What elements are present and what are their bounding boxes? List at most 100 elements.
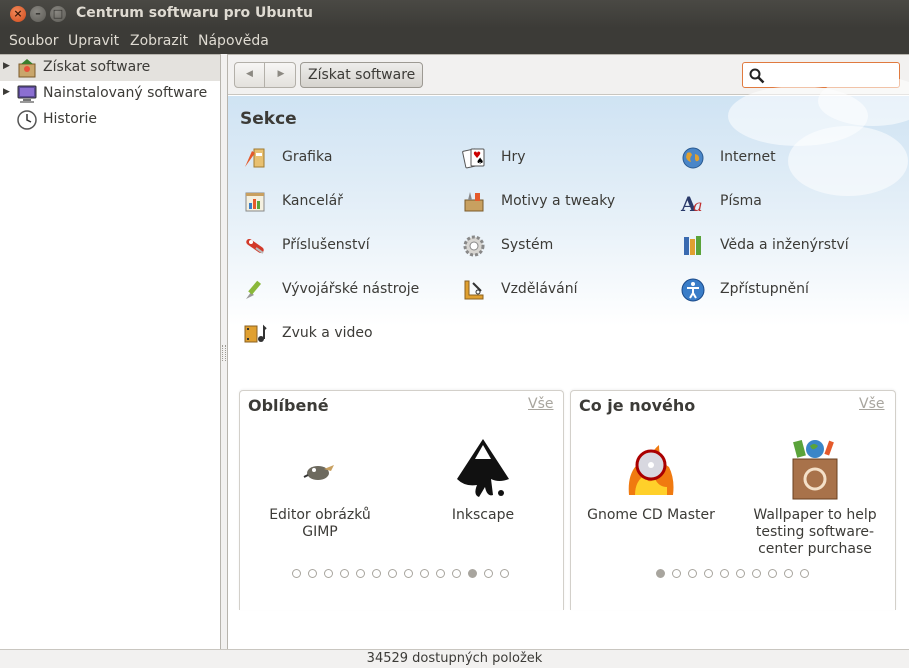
menu-upravit[interactable]: Upravit bbox=[68, 33, 119, 49]
pager-dot[interactable] bbox=[420, 569, 429, 578]
menubar: Soubor Upravit Zobrazit Nápověda bbox=[0, 28, 909, 54]
breadcrumb-get-software[interactable]: Získat software bbox=[300, 62, 424, 88]
pager-dot[interactable] bbox=[308, 569, 317, 578]
back-button[interactable]: ◀ bbox=[235, 63, 265, 87]
pager-dot[interactable] bbox=[468, 569, 477, 578]
pane-resize-handle[interactable] bbox=[222, 345, 226, 361]
pager-dot[interactable] bbox=[688, 569, 697, 578]
forward-button[interactable]: ▶ bbox=[266, 63, 296, 87]
sidebar-item-get-software[interactable]: ▶ Získat software bbox=[0, 55, 220, 81]
expander-arrow-icon[interactable]: ▶ bbox=[3, 87, 10, 97]
pager-dot[interactable] bbox=[484, 569, 493, 578]
featured-title: Oblíbené bbox=[248, 396, 329, 415]
sections-heading: Sekce bbox=[240, 109, 297, 129]
category-label: Vývojářské nástroje bbox=[282, 281, 420, 297]
maximize-window-button[interactable]: □ bbox=[50, 6, 66, 22]
app-label: Gnome CD Master bbox=[587, 507, 715, 523]
category-label: Internet bbox=[720, 149, 776, 165]
pager-dot[interactable] bbox=[436, 569, 445, 578]
games-icon: ♥ ♠ bbox=[462, 148, 485, 169]
featured-all-link[interactable]: Vše bbox=[528, 396, 553, 412]
category-label: Motivy a tweaky bbox=[501, 193, 616, 209]
category-label: Hry bbox=[501, 149, 526, 165]
gnome-cd-master-icon bbox=[628, 445, 674, 495]
main-pane: ◀ ▶ Získat software Sekce Grafika ♥ ♠ Hr… bbox=[227, 54, 909, 649]
pager-dot[interactable] bbox=[784, 569, 793, 578]
category-label: Zvuk a video bbox=[282, 325, 373, 341]
menu-zobrazit[interactable]: Zobrazit bbox=[130, 33, 188, 49]
category-label: Systém bbox=[501, 237, 554, 253]
pager-dot[interactable] bbox=[404, 569, 413, 578]
pager-dot[interactable] bbox=[292, 569, 301, 578]
close-window-button[interactable]: × bbox=[10, 6, 26, 22]
sidebar-item-history[interactable]: Historie bbox=[0, 107, 220, 133]
pager-dot[interactable] bbox=[704, 569, 713, 578]
clock-icon bbox=[17, 110, 37, 130]
science-icon bbox=[684, 236, 701, 255]
app-label: Editor obrázků GIMP bbox=[269, 507, 371, 540]
category-label: Zpřístupnění bbox=[720, 281, 809, 297]
status-bar: 34529 dostupných položek bbox=[0, 649, 909, 668]
sidebar: ▶ Získat software ▶ Nainstalovaný softwa… bbox=[0, 54, 221, 649]
status-text: 34529 dostupných položek bbox=[366, 651, 543, 666]
pager-dot[interactable] bbox=[356, 569, 365, 578]
pager-dot[interactable] bbox=[768, 569, 777, 578]
featured-panel: Oblíbené Vše Editor obrázků GIMP Inkscap… bbox=[239, 390, 564, 610]
pager-dot[interactable] bbox=[340, 569, 349, 578]
category-label: Písma bbox=[720, 193, 762, 209]
sidebar-item-label: Nainstalovaný software bbox=[43, 85, 208, 101]
category-label: Kancelář bbox=[282, 193, 343, 209]
app-tile-inkscape[interactable]: Inkscape bbox=[413, 437, 553, 524]
pager-dot[interactable] bbox=[372, 569, 381, 578]
system-icon bbox=[463, 235, 485, 257]
expander-arrow-icon[interactable]: ▶ bbox=[3, 61, 10, 71]
search-icon bbox=[749, 68, 765, 84]
minimize-window-button[interactable]: – bbox=[30, 6, 46, 22]
category-label: Vzdělávání bbox=[501, 281, 578, 297]
whats-new-title: Co je nového bbox=[579, 396, 696, 415]
sidebar-item-label: Získat software bbox=[43, 59, 151, 75]
sound-video-icon bbox=[244, 324, 267, 343]
sidebar-item-label: Historie bbox=[43, 111, 98, 127]
app-tile-wallpaper[interactable]: Wallpaper to help testing software-cente… bbox=[745, 437, 885, 558]
accessories-icon bbox=[246, 238, 264, 254]
pager-dot[interactable] bbox=[452, 569, 461, 578]
svg-text:a: a bbox=[693, 196, 703, 215]
content-area: Sekce Grafika ♥ ♠ Hry Internet Kancelář … bbox=[228, 76, 909, 649]
computer-icon bbox=[17, 85, 37, 103]
pager-dot[interactable] bbox=[736, 569, 745, 578]
cloud-decoration bbox=[788, 126, 908, 196]
developer-tools-icon bbox=[246, 280, 262, 299]
education-icon bbox=[464, 280, 484, 300]
app-label: Inkscape bbox=[451, 507, 515, 523]
app-tile-gnome-cd-master[interactable]: Gnome CD Master bbox=[581, 437, 721, 524]
window-titlebar: × – □ Centrum softwaru pro Ubuntu bbox=[0, 0, 909, 28]
pager-dot[interactable] bbox=[388, 569, 397, 578]
fonts-icon: A a bbox=[680, 192, 703, 215]
graphics-icon bbox=[245, 148, 265, 168]
sidebar-item-installed-software[interactable]: ▶ Nainstalovaný software bbox=[0, 81, 220, 107]
internet-icon bbox=[682, 147, 704, 169]
svg-text:♠: ♠ bbox=[476, 157, 484, 167]
pager-dot[interactable] bbox=[800, 569, 809, 578]
menu-napoveda[interactable]: Nápověda bbox=[198, 33, 269, 49]
category-label: Příslušenství bbox=[282, 237, 370, 253]
pager-dot[interactable] bbox=[752, 569, 761, 578]
whats-new-panel: Co je nového Vše Gnome CD Master Wallpap… bbox=[570, 390, 896, 610]
pager-dot[interactable] bbox=[324, 569, 333, 578]
gimp-icon bbox=[303, 465, 334, 480]
pager-dot[interactable] bbox=[672, 569, 681, 578]
accessibility-icon bbox=[681, 278, 705, 302]
pager-dot[interactable] bbox=[500, 569, 509, 578]
pager-dot[interactable] bbox=[656, 569, 665, 578]
app-label: Wallpaper to help testing software-cente… bbox=[753, 507, 877, 557]
window-title: Centrum softwaru pro Ubuntu bbox=[76, 5, 314, 21]
whats-new-all-link[interactable]: Vše bbox=[859, 396, 884, 412]
pager-dot[interactable] bbox=[720, 569, 729, 578]
category-label: Věda a inženýrství bbox=[720, 237, 849, 253]
menu-soubor[interactable]: Soubor bbox=[9, 33, 59, 49]
wallpaper-package-icon bbox=[792, 439, 838, 500]
themes-icon bbox=[464, 192, 484, 212]
app-tile-gimp[interactable]: Editor obrázků GIMP bbox=[250, 437, 390, 541]
inkscape-icon bbox=[457, 439, 509, 497]
